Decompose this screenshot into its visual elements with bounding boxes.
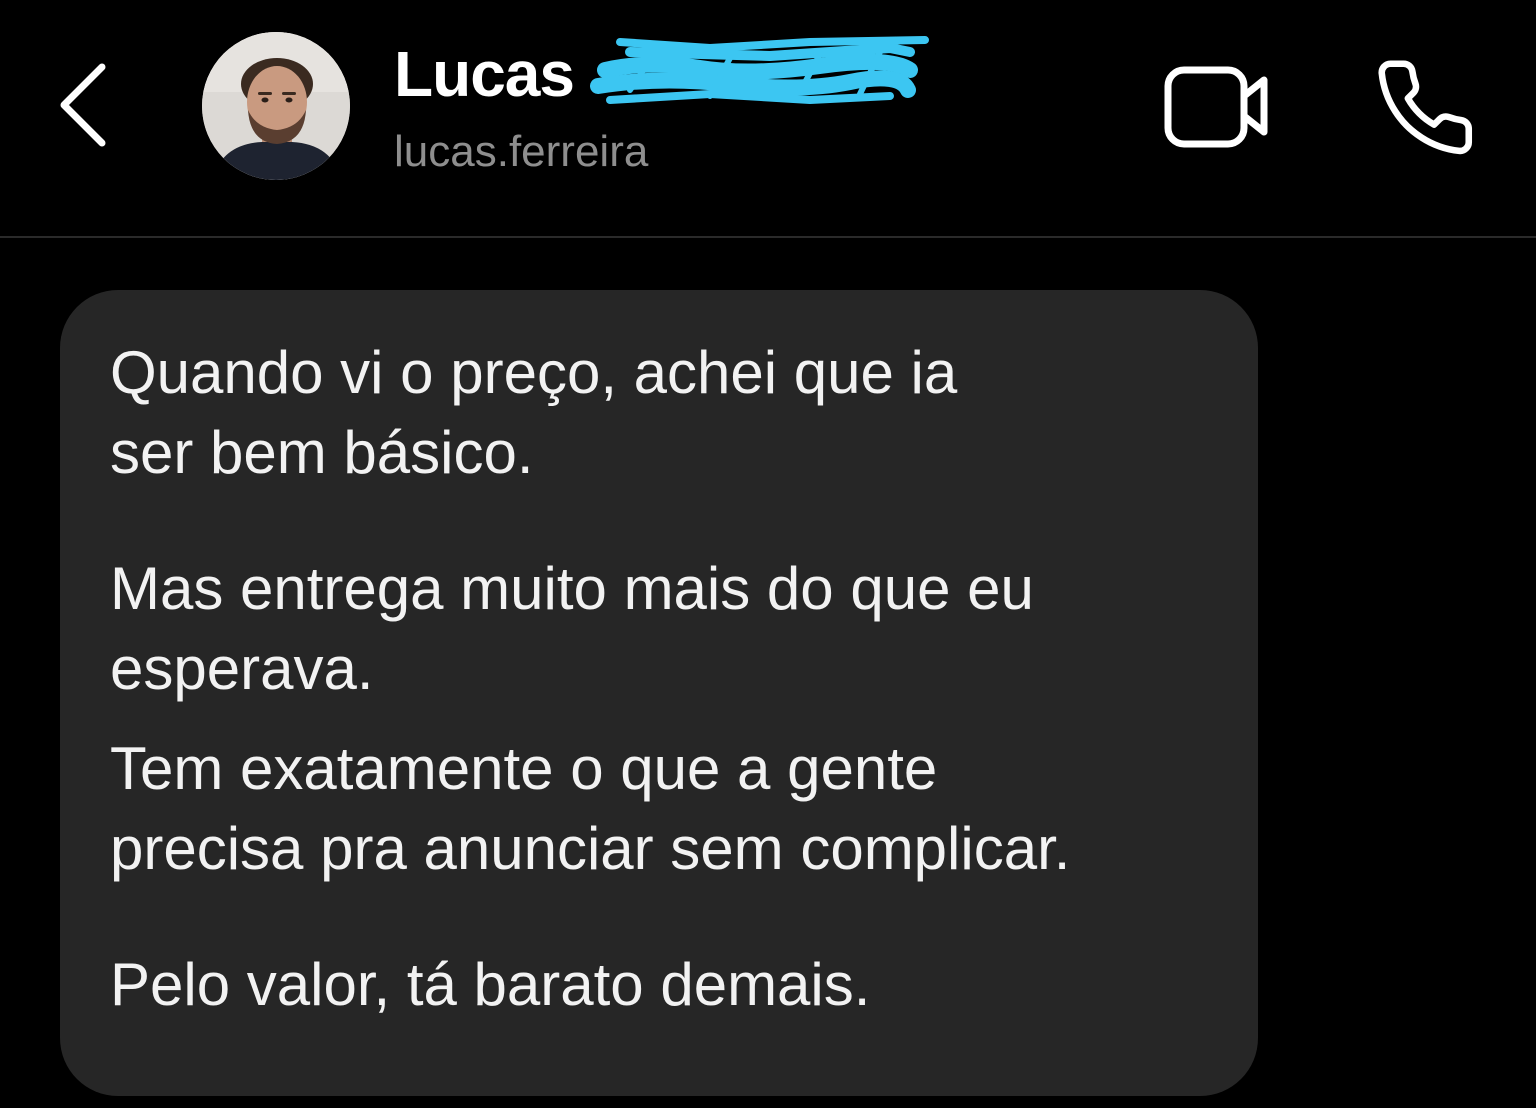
- contact-name[interactable]: Lucas: [394, 38, 575, 110]
- message-paragraph: Mas entrega muito mais do que eu esperav…: [110, 549, 1034, 709]
- message-line: esperava.: [110, 635, 374, 702]
- avatar[interactable]: [202, 32, 350, 180]
- audio-call-button[interactable]: [1370, 55, 1480, 160]
- video-call-button[interactable]: [1160, 60, 1276, 152]
- message-line: Pelo valor, tá barato demais.: [110, 951, 871, 1018]
- phone-icon: [1378, 60, 1473, 155]
- chat-header: Lucas lucas.ferreira: [0, 0, 1536, 237]
- message-line: Mas entrega muito mais do que eu: [110, 555, 1034, 622]
- back-button[interactable]: [50, 55, 120, 155]
- avatar-photo: [202, 32, 350, 180]
- message-paragraph: Pelo valor, tá barato demais.: [110, 945, 870, 1025]
- header-divider: [0, 236, 1536, 238]
- message-line: Quando vi o preço, achei que ia: [110, 339, 958, 406]
- message-paragraph: Quando vi o preço, achei que ia ser bem …: [110, 333, 957, 493]
- message-paragraph: Tem exatamente o que a gente precisa pra…: [110, 729, 1070, 889]
- chevron-left-icon: [60, 63, 106, 147]
- video-camera-icon: [1164, 66, 1268, 148]
- message-line: precisa pra anunciar sem complicar.: [110, 815, 1071, 882]
- message-line: Tem exatamente o que a gente: [110, 735, 938, 802]
- redaction-scribble: [590, 36, 929, 104]
- message-line: ser bem básico.: [110, 419, 534, 486]
- contact-username: lucas.ferreira: [394, 127, 649, 176]
